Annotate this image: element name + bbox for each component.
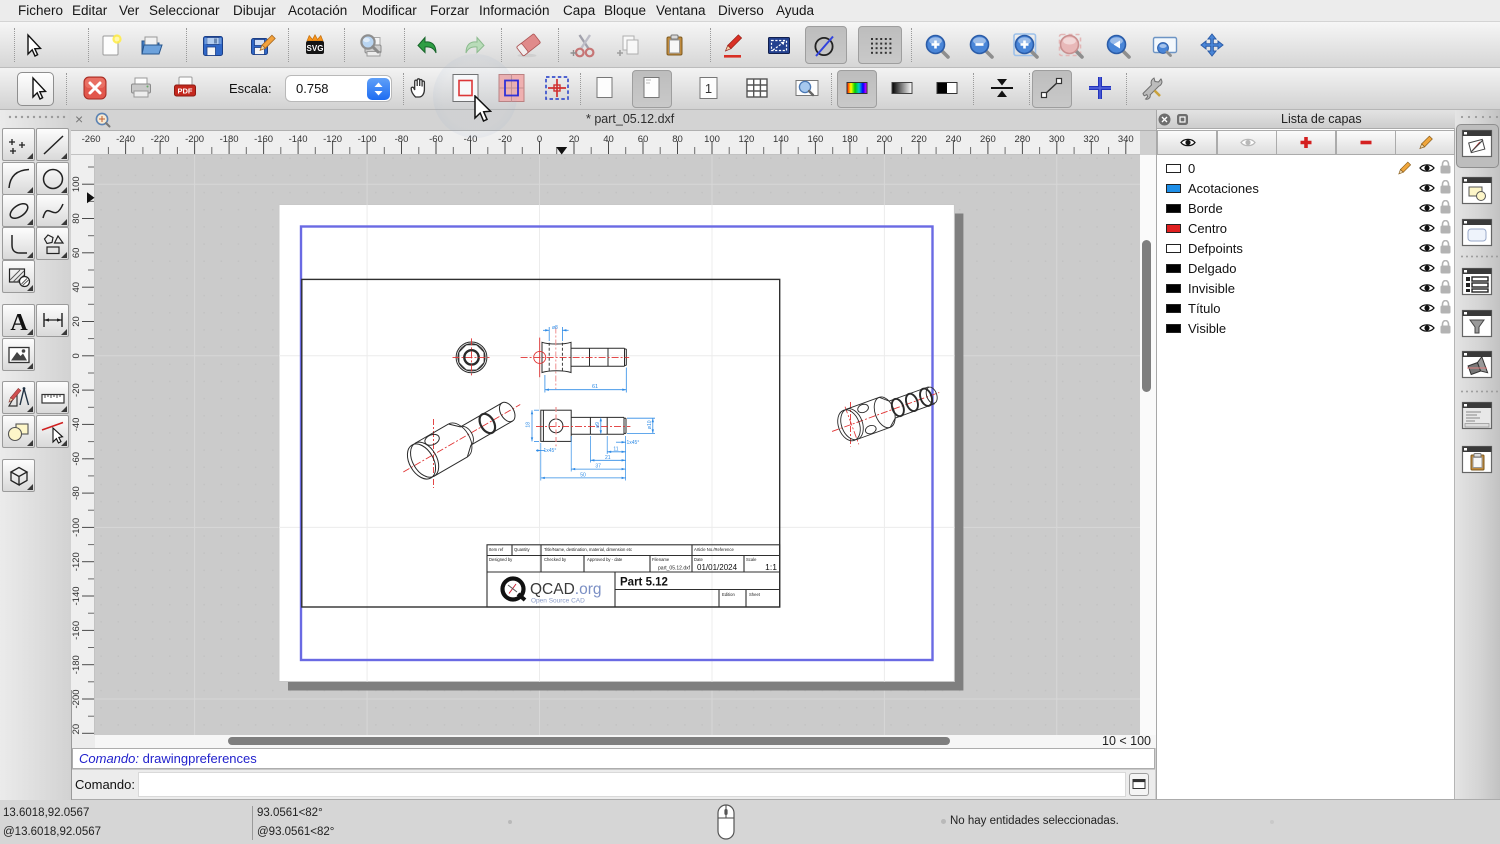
svg-text:-200: -200 (71, 689, 82, 708)
svg-text:-200: -200 (185, 134, 204, 145)
svg-text:21: 21 (605, 455, 611, 461)
svg-text:-80: -80 (395, 134, 409, 145)
svg-text:160: 160 (807, 134, 823, 145)
svg-text:Open Source CAD: Open Source CAD (531, 598, 585, 605)
svg-text:-40: -40 (71, 418, 82, 432)
svg-text:120: 120 (738, 134, 754, 145)
svg-text:200: 200 (876, 134, 892, 145)
svg-text:1x45°: 1x45° (544, 448, 557, 454)
svg-text:-120: -120 (71, 552, 82, 571)
svg-text:Date: Date (694, 557, 704, 562)
svg-text:260: 260 (980, 134, 996, 145)
svg-text:Scale: Scale (746, 557, 757, 562)
svg-text:40: 40 (603, 134, 614, 145)
svg-text:1: 1 (705, 81, 712, 96)
svg-text:-180: -180 (220, 134, 239, 145)
svg-text:18: 18 (526, 422, 532, 428)
svg-text:240: 240 (945, 134, 961, 145)
svg-text:-20: -20 (498, 134, 512, 145)
svg-text:-80: -80 (71, 486, 82, 500)
svg-text:-140: -140 (289, 134, 308, 145)
svg-text:0: 0 (71, 353, 82, 358)
svg-text:100: 100 (704, 134, 720, 145)
svg-text:Designed by: Designed by (489, 557, 513, 562)
svg-text:ø9: ø9 (595, 422, 601, 428)
svg-text:0: 0 (537, 134, 542, 145)
svg-text:11: 11 (613, 446, 618, 452)
svg-text:SVG: SVG (307, 44, 324, 53)
svg-text:A: A (10, 310, 28, 335)
svg-text:-20: -20 (71, 383, 82, 397)
svg-text:340: 340 (1118, 134, 1134, 145)
svg-text:part_05.12.dxf: part_05.12.dxf (658, 566, 691, 572)
svg-text:-160: -160 (71, 621, 82, 640)
svg-text:40: 40 (71, 282, 82, 293)
svg-text:QCAD.org: QCAD.org (530, 581, 602, 598)
svg-text:280: 280 (1014, 134, 1030, 145)
svg-text:80: 80 (672, 134, 683, 145)
svg-text:Part 5.12: Part 5.12 (620, 577, 668, 589)
svg-text:-60: -60 (429, 134, 443, 145)
svg-text:Checked by: Checked by (544, 557, 567, 562)
svg-text:-100: -100 (358, 134, 377, 145)
svg-text:220: 220 (911, 134, 927, 145)
svg-text:ø10: ø10 (647, 420, 653, 429)
svg-text:-160: -160 (254, 134, 273, 145)
svg-text:20: 20 (71, 316, 82, 327)
svg-text:Item ref: Item ref (489, 547, 504, 552)
svg-text:01/01/2024: 01/01/2024 (697, 563, 738, 572)
svg-text:-120: -120 (323, 134, 342, 145)
svg-text:-260: -260 (82, 134, 101, 145)
svg-text:140: 140 (773, 134, 789, 145)
svg-text:60: 60 (71, 248, 82, 259)
svg-text:-180: -180 (71, 655, 82, 674)
svg-text:320: 320 (1083, 134, 1099, 145)
svg-text:1x45°: 1x45° (627, 440, 640, 446)
svg-text:100: 100 (71, 176, 82, 192)
svg-text:37: 37 (595, 464, 601, 470)
svg-text:61: 61 (592, 384, 598, 390)
svg-text:Approved by - date: Approved by - date (587, 557, 623, 562)
svg-text:60: 60 (638, 134, 649, 145)
svg-text:180: 180 (842, 134, 858, 145)
svg-text:Quantity: Quantity (514, 547, 531, 552)
svg-text:-140: -140 (71, 586, 82, 605)
svg-text:80: 80 (71, 213, 82, 224)
svg-text:PDF: PDF (178, 87, 193, 96)
svg-text:50: 50 (580, 472, 586, 478)
svg-text:-240: -240 (116, 134, 135, 145)
svg-text:Edition: Edition (722, 592, 735, 597)
svg-text:-220: -220 (151, 134, 170, 145)
svg-text:Sheet: Sheet (749, 592, 761, 597)
svg-text:Filename: Filename (652, 557, 670, 562)
svg-text:1:1: 1:1 (765, 562, 777, 572)
svg-text:-60: -60 (71, 452, 82, 466)
svg-text:-100: -100 (71, 518, 82, 537)
svg-text:ø8: ø8 (552, 325, 558, 331)
svg-text:300: 300 (1049, 134, 1065, 145)
svg-text:Article No./Reference: Article No./Reference (694, 547, 734, 552)
svg-text:Title/Name, destination, mater: Title/Name, destination, material, dimen… (544, 547, 632, 552)
svg-text:20: 20 (569, 134, 580, 145)
